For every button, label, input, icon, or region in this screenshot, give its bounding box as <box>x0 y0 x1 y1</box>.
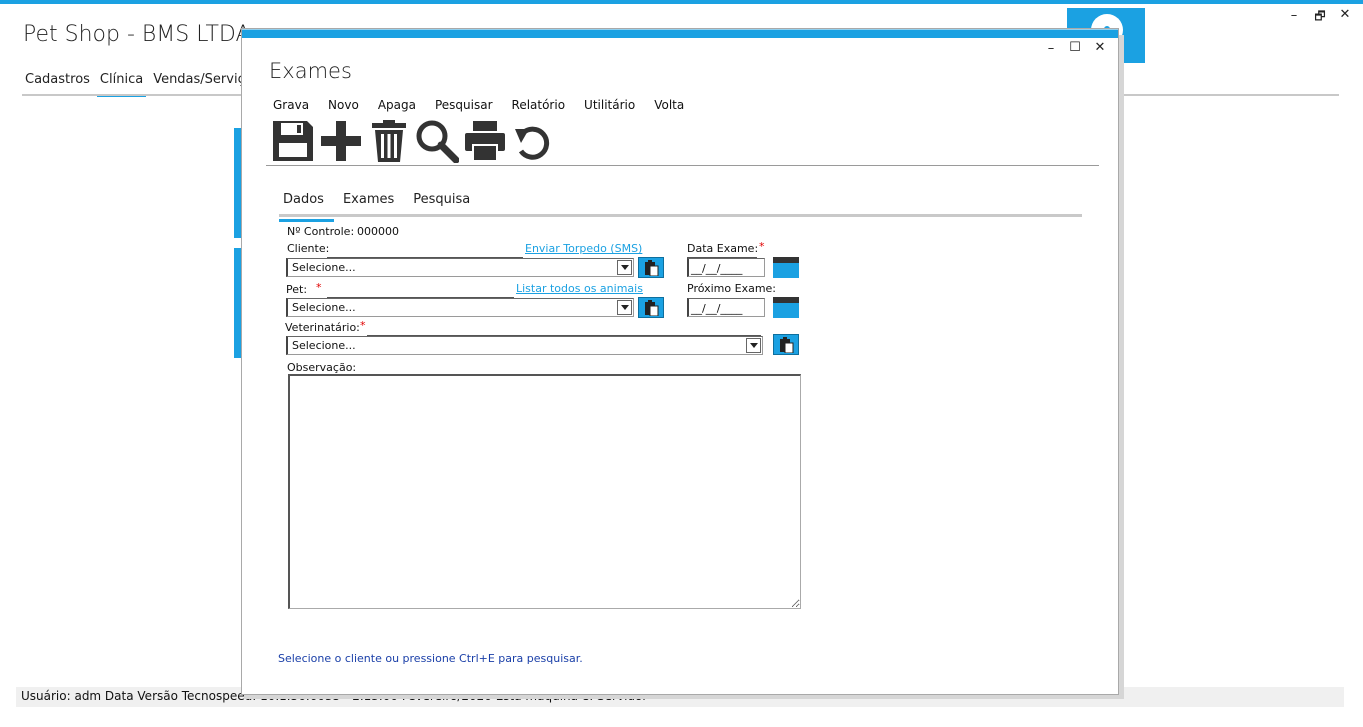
menu-cadastros[interactable]: Cadastros <box>22 70 93 97</box>
obs-label: Observação: <box>287 361 357 374</box>
tab-exames[interactable]: Exames <box>339 190 394 216</box>
dialog-tabs: Dados Exames Pesquisa <box>279 190 485 222</box>
pet-required-mark: * <box>316 281 322 294</box>
vet-required-mark: * <box>360 319 366 332</box>
toolbar-divider <box>266 165 1099 166</box>
tab-dados[interactable]: Dados <box>279 190 334 222</box>
menu-clinica[interactable]: Clínica <box>96 70 147 97</box>
app-close-button[interactable]: ✕ <box>1338 7 1352 22</box>
proximo-exame-input[interactable]: __/__/____ <box>687 298 765 317</box>
app-title: Pet Shop - BMS LTDA <box>23 22 251 47</box>
menu-utilitario[interactable]: Utilitário <box>584 98 635 112</box>
tabs-divider <box>279 214 1082 217</box>
main-menu: Cadastros Clínica Vendas/Serviços <box>22 70 266 97</box>
observacao-textarea[interactable] <box>288 374 801 609</box>
hint-text: Selecione o cliente ou pressione Ctrl+E … <box>278 652 583 665</box>
add-button[interactable] <box>317 117 365 165</box>
calendar-button[interactable] <box>773 257 799 278</box>
pet-label: Pet: <box>286 283 308 296</box>
data-exame-input[interactable]: __/__/____ <box>687 258 765 277</box>
calendar-button[interactable] <box>773 297 799 318</box>
print-button[interactable] <box>461 117 509 165</box>
app-restore-button[interactable]: 🗗 <box>1313 7 1327 28</box>
dialog-title: Exames <box>269 59 352 83</box>
clipboard-icon <box>780 336 794 353</box>
menu-apaga[interactable]: Apaga <box>378 98 416 112</box>
dialog-maximize-button[interactable]: ☐ <box>1068 40 1082 55</box>
add-icon <box>321 121 361 161</box>
dialog-menu: Grava Novo Apaga Pesquisar Relatório Uti… <box>273 98 703 112</box>
print-icon <box>465 121 505 162</box>
exames-dialog: – ☐ ✕ Exames Grava Novo Apaga Pesquisar … <box>241 28 1119 695</box>
pet-lookup-button[interactable] <box>638 297 664 318</box>
undo-button[interactable] <box>509 117 557 165</box>
vet-label: Veterinatário: <box>285 321 360 334</box>
undo-icon <box>515 126 550 160</box>
data-exame-label: Data Exame: <box>687 242 759 255</box>
controle-value: 000000 <box>357 225 399 238</box>
menu-relatorio[interactable]: Relatório <box>512 98 566 112</box>
pet-select[interactable]: Selecione... <box>286 298 634 317</box>
chevron-down-icon[interactable] <box>617 260 632 275</box>
dialog-accent-bar <box>242 29 1118 38</box>
clipboard-icon <box>645 259 659 276</box>
cliente-label: Cliente: <box>287 242 330 255</box>
vet-lookup-button[interactable] <box>773 334 799 355</box>
menu-grava[interactable]: Grava <box>273 98 309 112</box>
vet-select[interactable]: Selecione... <box>286 336 763 355</box>
search-button[interactable] <box>413 117 461 165</box>
trash-icon <box>372 120 406 162</box>
proximo-exame-label: Próximo Exame: <box>687 282 777 295</box>
chevron-down-icon[interactable] <box>746 338 761 353</box>
list-animals-link[interactable]: Listar todos os animais <box>516 282 643 295</box>
clipboard-icon <box>645 299 659 316</box>
save-button[interactable] <box>269 117 317 165</box>
menu-pesquisar[interactable]: Pesquisar <box>435 98 493 112</box>
tab-pesquisa[interactable]: Pesquisa <box>409 190 470 216</box>
cliente-lookup-button[interactable] <box>638 257 664 278</box>
dialog-minimize-button[interactable]: – <box>1044 41 1058 56</box>
dialog-close-button[interactable]: ✕ <box>1093 40 1107 55</box>
chevron-down-icon[interactable] <box>617 300 632 315</box>
menu-volta[interactable]: Volta <box>654 98 684 112</box>
data-exame-required-mark: * <box>759 240 765 253</box>
save-icon <box>273 121 313 161</box>
delete-button[interactable] <box>365 117 413 165</box>
app-minimize-button[interactable]: – <box>1287 8 1301 23</box>
controle-label: Nº Controle: <box>287 225 355 238</box>
menu-novo[interactable]: Novo <box>328 98 359 112</box>
send-sms-link[interactable]: Enviar Torpedo (SMS) <box>525 242 642 255</box>
dialog-toolbar <box>269 117 557 165</box>
search-icon <box>416 120 459 163</box>
cliente-select[interactable]: Selecione... <box>286 258 634 277</box>
title-accent-bar <box>0 0 1363 4</box>
